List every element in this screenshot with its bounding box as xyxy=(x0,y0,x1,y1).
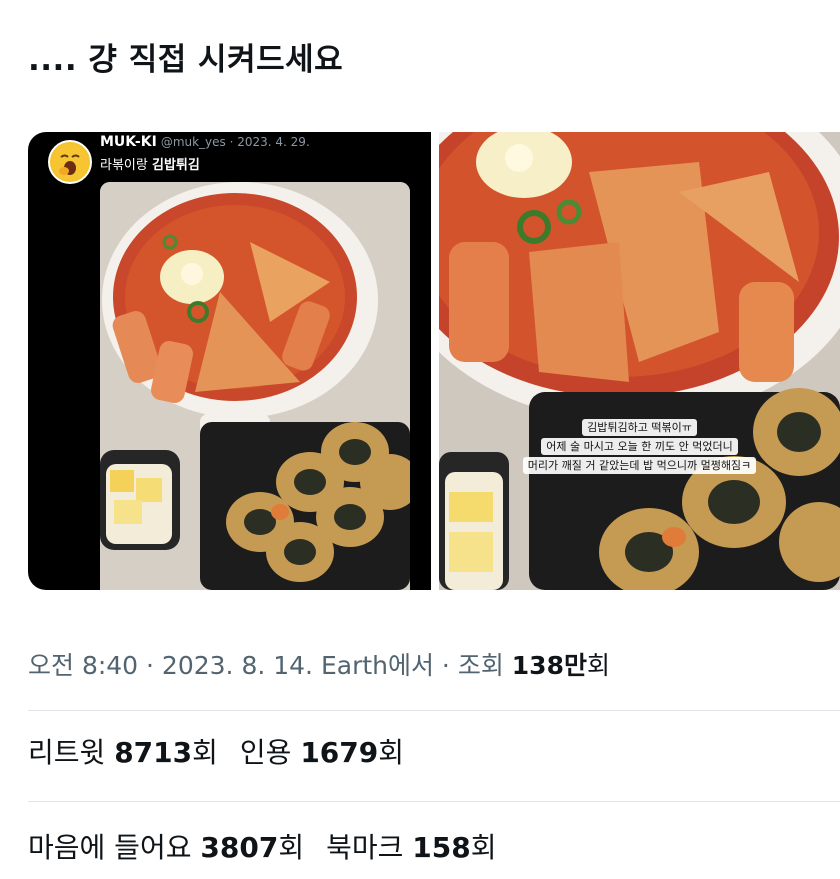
caption-line-2: 어제 술 마시고 오늘 한 끼도 안 먹었더니 xyxy=(541,438,738,455)
bookmark-count: 158 xyxy=(412,831,471,864)
bookmark-unit: 회 xyxy=(470,831,497,864)
tweet-text: .... 걍 직접 시켜드세요 xyxy=(28,42,344,78)
like-unit: 회 xyxy=(278,831,305,864)
avatar xyxy=(48,140,92,184)
photo-caption: 김밥튀김하고 떡볶이ㅠ 어제 술 마시고 오늘 한 끼도 안 먹었더니 머리가 … xyxy=(439,418,840,475)
yawning-face-icon xyxy=(52,144,88,180)
media-image-2[interactable]: 김밥튀김하고 떡볶이ㅠ 어제 술 마시고 오늘 한 끼도 안 먹었더니 머리가 … xyxy=(439,132,840,590)
tteokbokki-kimbap-illustration xyxy=(100,182,410,590)
caption-line-1: 김밥튀김하고 떡볶이ㅠ xyxy=(582,419,697,436)
quote-count: 1679 xyxy=(300,736,379,769)
view-count: 138만 xyxy=(511,651,587,680)
divider xyxy=(28,710,840,711)
tweet-media[interactable]: MUK-KI@muk_yes · 2023. 4. 29. 라볶이랑 김밥튀김 xyxy=(28,132,840,590)
quotes-link[interactable]: 인용 1679회 xyxy=(240,736,404,769)
quote-label: 인용 xyxy=(239,736,301,769)
bookmark-label: 북마크 xyxy=(326,831,413,864)
bookmarks-link[interactable]: 북마크 158회 xyxy=(326,831,496,864)
retweet-unit: 회 xyxy=(192,736,218,769)
embedded-handle-date: @muk_yes · 2023. 4. 29. xyxy=(160,135,310,149)
media-image-1[interactable]: MUK-KI @muk_yes · 2023. 4. 29. 라볶이랑 김밥튀김 xyxy=(28,132,431,590)
embedded-text-bold: 김밥튀김 xyxy=(151,158,200,173)
embedded-author-name: MUK-KI xyxy=(100,134,157,150)
retweet-label: 리트윗 xyxy=(28,736,115,769)
time-date-source: 오전 8:40 · 2023. 8. 14. Earth에서 · 조회 xyxy=(28,651,512,680)
view-count-unit: 회 xyxy=(586,651,610,680)
like-count: 3807 xyxy=(200,831,279,864)
tweet-meta: 오전 8:40 · 2023. 8. 14. Earth에서 · 조회 138만… xyxy=(28,646,610,682)
embedded-tweet-header: MUK-KI @muk_yes · 2023. 4. 29. xyxy=(100,134,310,150)
food-photo xyxy=(100,182,410,590)
caption-line-3: 머리가 깨질 거 같았는데 밥 먹으니까 멀쩡해짐ㅋ xyxy=(522,457,757,474)
like-bookmark-stats: 마음에 들어요 3807회 북마크 158회 xyxy=(28,826,496,866)
tteokbokki-closeup-illustration xyxy=(439,132,840,590)
divider xyxy=(28,801,840,802)
retweet-count: 8713 xyxy=(114,736,193,769)
likes-link[interactable]: 마음에 들어요 3807회 xyxy=(28,831,304,864)
like-label: 마음에 들어요 xyxy=(28,831,201,864)
retweets-link[interactable]: 리트윗 8713회 xyxy=(28,736,218,769)
embedded-text-prefix: 라볶이랑 xyxy=(100,158,152,173)
embedded-tweet-text: 라볶이랑 김밥튀김 xyxy=(100,154,200,173)
retweet-quote-stats: 리트윗 8713회 인용 1679회 xyxy=(28,731,404,771)
quote-unit: 회 xyxy=(378,736,405,769)
